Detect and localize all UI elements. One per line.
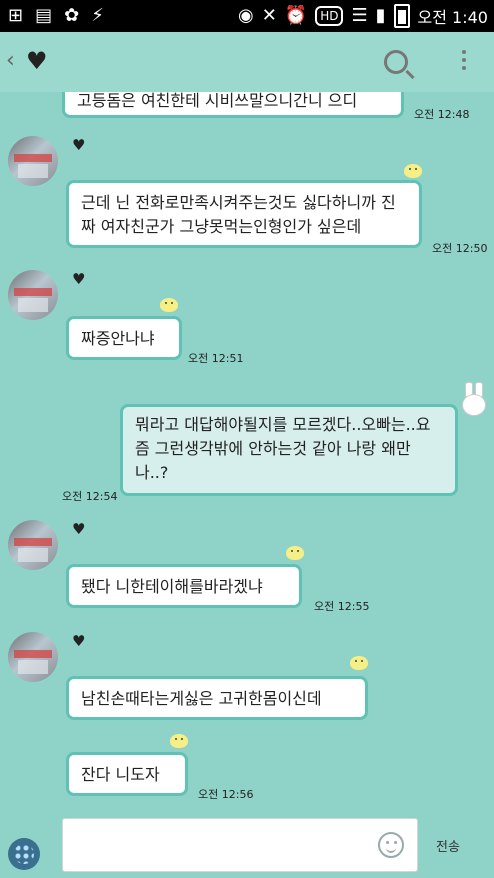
message-time: 오전 12:48	[414, 108, 470, 121]
overflow-menu-icon[interactable]	[462, 50, 466, 70]
message-time: 오전 12:55	[314, 600, 370, 613]
emoji-icon[interactable]	[378, 832, 404, 858]
message-bubble[interactable]: 근데 닌 전화로만족시켜주는것도 싫다하니까 진짜 여자친군가 그냥못먹는인형인…	[66, 180, 422, 248]
status-bar: ⊞ ▤ ✿ ⚡ ◉ ✕ ⏰ HD ☰ ▮ 오전 1:40	[0, 0, 494, 32]
search-icon[interactable]	[384, 50, 408, 74]
chat-message-list[interactable]: 고등돔은 여친한테 시비쓰말으니간니 으디 오전 12:48 ♥ 근데 닌 전화…	[0, 92, 494, 810]
chat-header: ‹ ♥	[0, 32, 494, 92]
sender-heart-icon: ♥	[72, 632, 86, 650]
message-input[interactable]	[62, 818, 418, 872]
avatar[interactable]	[8, 632, 58, 682]
avatar[interactable]	[8, 270, 58, 320]
status-clock: 오전 1:40	[417, 8, 488, 27]
message-time: 오전 12:50	[432, 242, 488, 255]
message-bubble[interactable]: 짜증안나냐	[66, 316, 182, 360]
eye-icon: ◉	[237, 5, 254, 26]
sender-heart-icon: ♥	[72, 270, 86, 288]
message-bubble-mine[interactable]: 뭐라고 대답해야될지를 모르겠다..오빠는..요즘 그런생각밖에 안하는것 같아…	[120, 404, 458, 496]
sender-heart-icon: ♥	[72, 136, 86, 154]
attachment-icon[interactable]	[8, 838, 40, 870]
chick-sticker-icon	[286, 546, 304, 560]
avatar[interactable]	[8, 520, 58, 570]
chick-sticker-icon	[160, 298, 178, 312]
message-bubble[interactable]: 남친손때타는게싫은 고귀한몸이신데	[66, 676, 368, 720]
bunny-sticker-icon	[460, 382, 486, 416]
chick-sticker-icon	[350, 656, 368, 670]
back-chevron-icon[interactable]: ‹	[6, 48, 15, 73]
message-time: 오전 12:51	[188, 352, 244, 365]
message-input-bar: 전송	[0, 810, 494, 878]
chick-sticker-icon	[170, 734, 188, 748]
message-time: 오전 12:56	[198, 788, 254, 801]
signal-icon: ▮	[375, 5, 386, 26]
battery-icon	[393, 4, 410, 28]
hd-badge: HD	[315, 6, 344, 26]
alarm-icon: ⏰	[284, 5, 308, 26]
chat-title-heart-icon: ♥	[26, 47, 48, 75]
storage-icon: ▤	[35, 5, 53, 26]
lightning-icon: ⚡	[91, 5, 104, 26]
message-time: 오전 12:54	[62, 490, 118, 503]
plus-notification-icon: ⊞	[8, 5, 24, 26]
message-bubble[interactable]: 고등돔은 여친한테 시비쓰말으니간니 으디	[62, 92, 404, 118]
message-bubble[interactable]: 됐다 니한테이해를바라겠냐	[66, 564, 302, 608]
sender-heart-icon: ♥	[72, 520, 86, 538]
send-button[interactable]: 전송	[436, 836, 460, 855]
avatar[interactable]	[8, 136, 58, 186]
chick-sticker-icon	[404, 164, 422, 178]
flower-icon: ✿	[64, 5, 80, 26]
wifi-icon: ☰	[351, 5, 368, 26]
mute-icon: ✕	[261, 5, 277, 26]
message-bubble[interactable]: 잔다 니도자	[66, 752, 188, 796]
